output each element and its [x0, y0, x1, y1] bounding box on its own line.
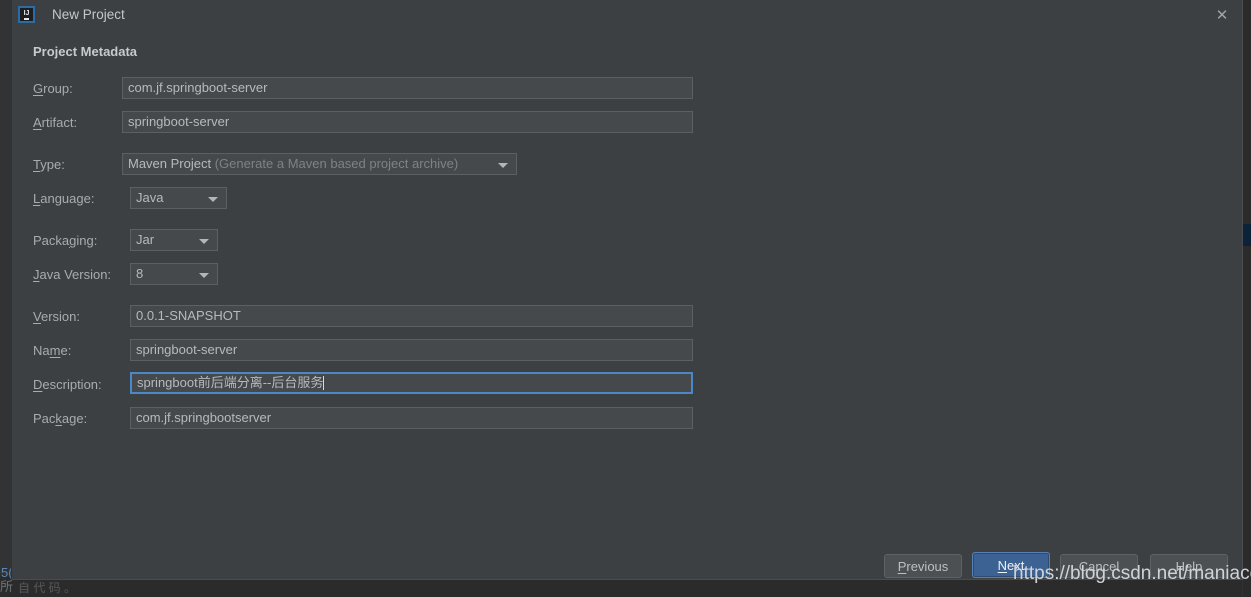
- name-label: Name:: [33, 343, 72, 358]
- type-label: Type:: [33, 157, 65, 172]
- java-version-label: Java Version:: [33, 267, 112, 282]
- background-left-strip: [0, 0, 11, 597]
- language-label: Language:: [33, 191, 95, 206]
- background-clipped-glyph-left: 所: [0, 579, 14, 594]
- text-caret: [323, 376, 325, 390]
- chevron-down-icon: [199, 273, 209, 278]
- artifact-input[interactable]: springboot-server: [122, 111, 693, 133]
- chevron-down-icon: [199, 239, 209, 244]
- type-select[interactable]: Maven Project (Generate a Maven based pr…: [122, 153, 517, 175]
- page-title: Project Metadata: [33, 44, 138, 59]
- close-icon[interactable]: ✕: [1212, 5, 1232, 25]
- packaging-select[interactable]: Jar: [130, 229, 218, 251]
- language-select[interactable]: Java: [130, 187, 227, 209]
- background-clipped-glyph-bottom: 自 代 码 。: [18, 581, 77, 595]
- group-label: Group:: [33, 81, 73, 96]
- chevron-down-icon: [498, 163, 508, 168]
- intellij-idea-icon: IJ: [18, 6, 35, 23]
- package-label: Package:: [33, 411, 88, 426]
- java-version-select[interactable]: 8: [130, 263, 218, 285]
- group-input[interactable]: com.jf.springboot-server: [122, 77, 693, 99]
- chevron-down-icon: [208, 197, 218, 202]
- dialog-titlebar: IJ New Project ✕: [12, 0, 1242, 29]
- packaging-label: Packaging:: [33, 233, 98, 248]
- dialog-title: New Project: [52, 7, 125, 22]
- package-input[interactable]: com.jf.springbootserver: [130, 407, 693, 429]
- watermark: https://blog.csdn.net/maniacer: [1013, 563, 1251, 584]
- background-accent-strip: [1243, 224, 1251, 246]
- description-label: Description:: [33, 377, 102, 392]
- version-input[interactable]: 0.0.1-SNAPSHOT: [130, 305, 693, 327]
- artifact-label: Artifact:: [33, 115, 78, 130]
- new-project-dialog: IJ New Project ✕ Project Metadata Group:…: [11, 0, 1243, 580]
- name-input[interactable]: springboot-server: [130, 339, 693, 361]
- version-label: Version:: [33, 309, 80, 324]
- description-input[interactable]: springboot前后端分离--后台服务: [130, 372, 693, 394]
- previous-button[interactable]: Previous: [884, 554, 962, 578]
